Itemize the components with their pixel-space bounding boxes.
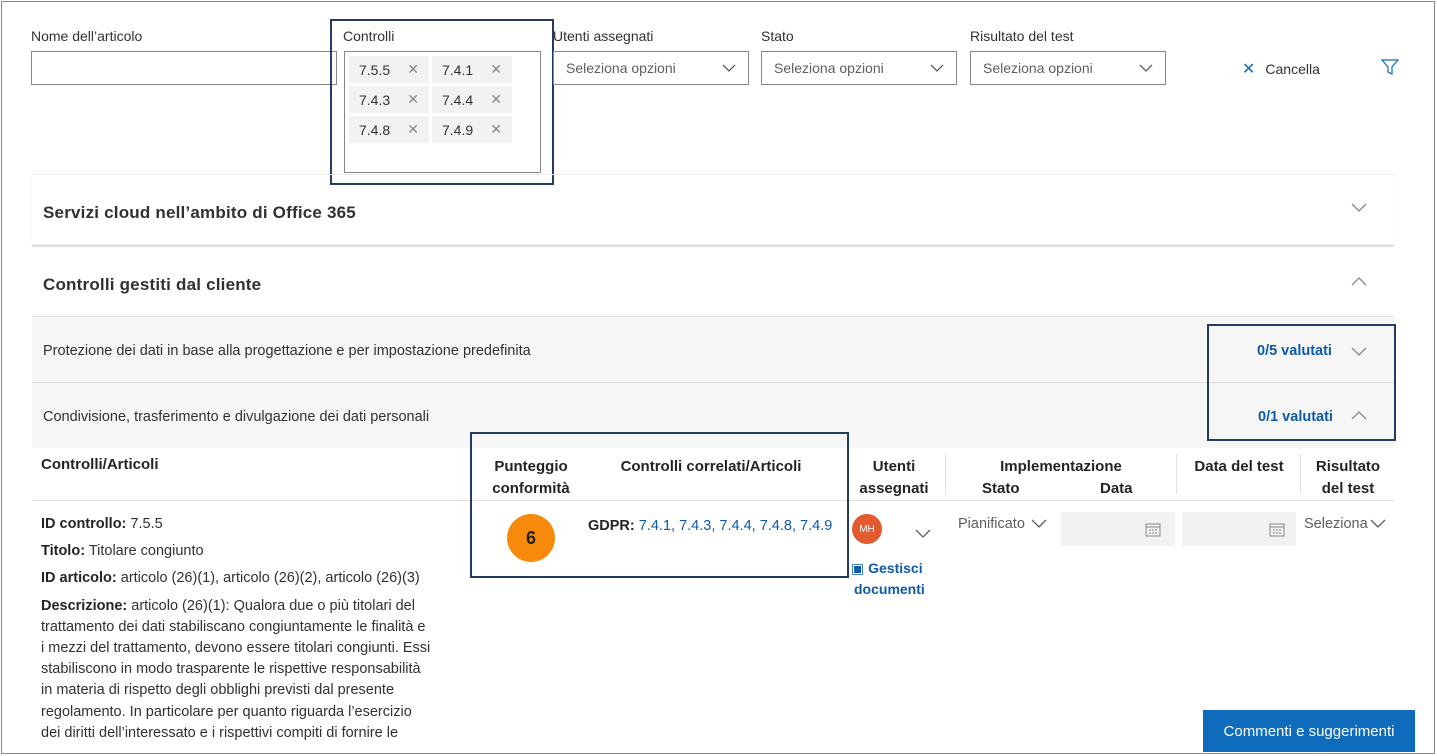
column-divider [945,454,946,494]
description-line: trattamento dei dati stabiliscano congiu… [41,618,426,635]
feedback-button[interactable]: Commenti e suggerimenti [1203,710,1415,752]
description-line: i mezzi del trattamento, devono essere t… [41,640,431,657]
cloud-services-title: Servizi cloud nell’ambito di Office 365 [43,203,356,222]
chevron-down-icon [1370,516,1386,532]
column-divider [1300,454,1301,494]
chevron-down-icon [1031,516,1047,532]
header-test-date: Data del test [1194,458,1284,475]
clear-filters-button[interactable]: ✕ Cancella [1242,59,1320,79]
chevron-down-icon[interactable] [915,525,931,543]
article-name-label: Nome dell’articolo [31,28,143,44]
users-dropdown[interactable]: Seleziona opzioni [553,51,749,85]
users-placeholder: Seleziona opzioni [566,60,676,76]
article-name-input[interactable] [31,51,337,85]
description-line: articolo (26)(1): Qualora due o più tito… [131,597,415,614]
clear-label: Cancella [1265,61,1320,77]
title-label: Titolo: [41,543,86,560]
chevron-down-icon [930,64,944,72]
assessed-highlight-box [1207,324,1396,441]
status-label: Stato [761,28,794,44]
header-test-result-line2: del test [1321,480,1375,497]
control-details: ID controllo: 7.5.5 Titolo: Titolare con… [41,514,481,744]
calendar-icon [1269,522,1285,542]
test-result-dropdown[interactable]: Seleziona opzioni [970,51,1166,85]
control-id-label: ID controllo: [41,516,127,532]
status-placeholder: Seleziona opzioni [774,60,884,76]
manage-documents-link[interactable]: ▣ Gestisci documenti [851,558,925,600]
calendar-icon [1145,522,1161,542]
header-test-result: Risultato del test [1302,456,1394,500]
header-impl-status: Stato [982,480,1020,497]
manage-docs-line1: Gestisci [868,560,923,576]
users-label: Utenti assegnati [553,28,654,44]
title-value: Titolare congiunto [88,543,204,560]
header-assigned-users: Utenti assegnati [850,456,938,500]
test-result-label: Risultato del test [970,28,1074,44]
header-impl-date: Data [1100,480,1133,497]
filter-icon[interactable] [1380,59,1400,81]
header-test-result-line1: Risultato [1315,458,1381,475]
header-assigned-users-line1: Utenti [872,458,916,475]
article-id-value: articolo (26)(1), articolo (26)(2), arti… [120,570,420,587]
customer-controls-title: Controlli gestiti dal cliente [43,275,262,294]
app-frame: Nome dell’articolo Controlli 7.5.5 ✕ 7.4.… [1,1,1435,754]
test-date-picker[interactable] [1182,512,1296,546]
description-line: stabiliscono in modo trasparente le risp… [41,661,421,678]
impl-status-value: Pianificato [958,516,1025,532]
group-title: Protezione dei dati in base alla progett… [43,343,531,359]
chevron-down-icon [1351,199,1367,217]
impl-status-dropdown[interactable]: Pianificato [958,516,1047,532]
column-divider [1176,454,1177,494]
score-highlight-box [470,432,849,578]
customer-controls-section[interactable]: Controlli gestiti dal cliente [32,245,1394,315]
header-controls-articles: Controlli/Articoli [41,456,159,473]
control-id-value: 7.5.5 [130,516,163,532]
chevron-down-icon [722,64,736,72]
chevron-up-icon [1351,273,1367,291]
status-dropdown[interactable]: Seleziona opzioni [761,51,957,85]
description-label: Descrizione: [41,597,128,614]
impl-date-picker[interactable] [1061,512,1175,546]
group-title: Condivisione, trasferimento e divulgazio… [43,409,430,425]
test-result-value: Seleziona [1304,516,1368,532]
header-implementation: Implementazione [1000,458,1122,475]
close-icon: ✕ [1242,61,1256,78]
description-line: regolamento. In particolare per quanto r… [41,703,412,720]
description-line: dei diritti dell’interessato e i rispett… [41,724,399,741]
article-id-label: ID articolo: [41,570,117,587]
test-result-select[interactable]: Seleziona [1304,516,1386,532]
header-assigned-users-line2: assegnati [859,480,929,497]
cloud-services-section[interactable]: Servizi cloud nell’ambito di Office 365 [32,174,1394,244]
document-icon: ▣ [851,560,865,576]
test-result-placeholder: Seleziona opzioni [983,60,1093,76]
chevron-down-icon [1139,64,1153,72]
controls-highlight-box [330,19,554,185]
avatar[interactable]: MH [852,514,882,544]
manage-docs-line2: documenti [854,581,925,597]
group-row[interactable]: Protezione dei dati in base alla progett… [32,316,1394,382]
description-line: in materia di rispetto degli obblighi pr… [41,682,395,699]
